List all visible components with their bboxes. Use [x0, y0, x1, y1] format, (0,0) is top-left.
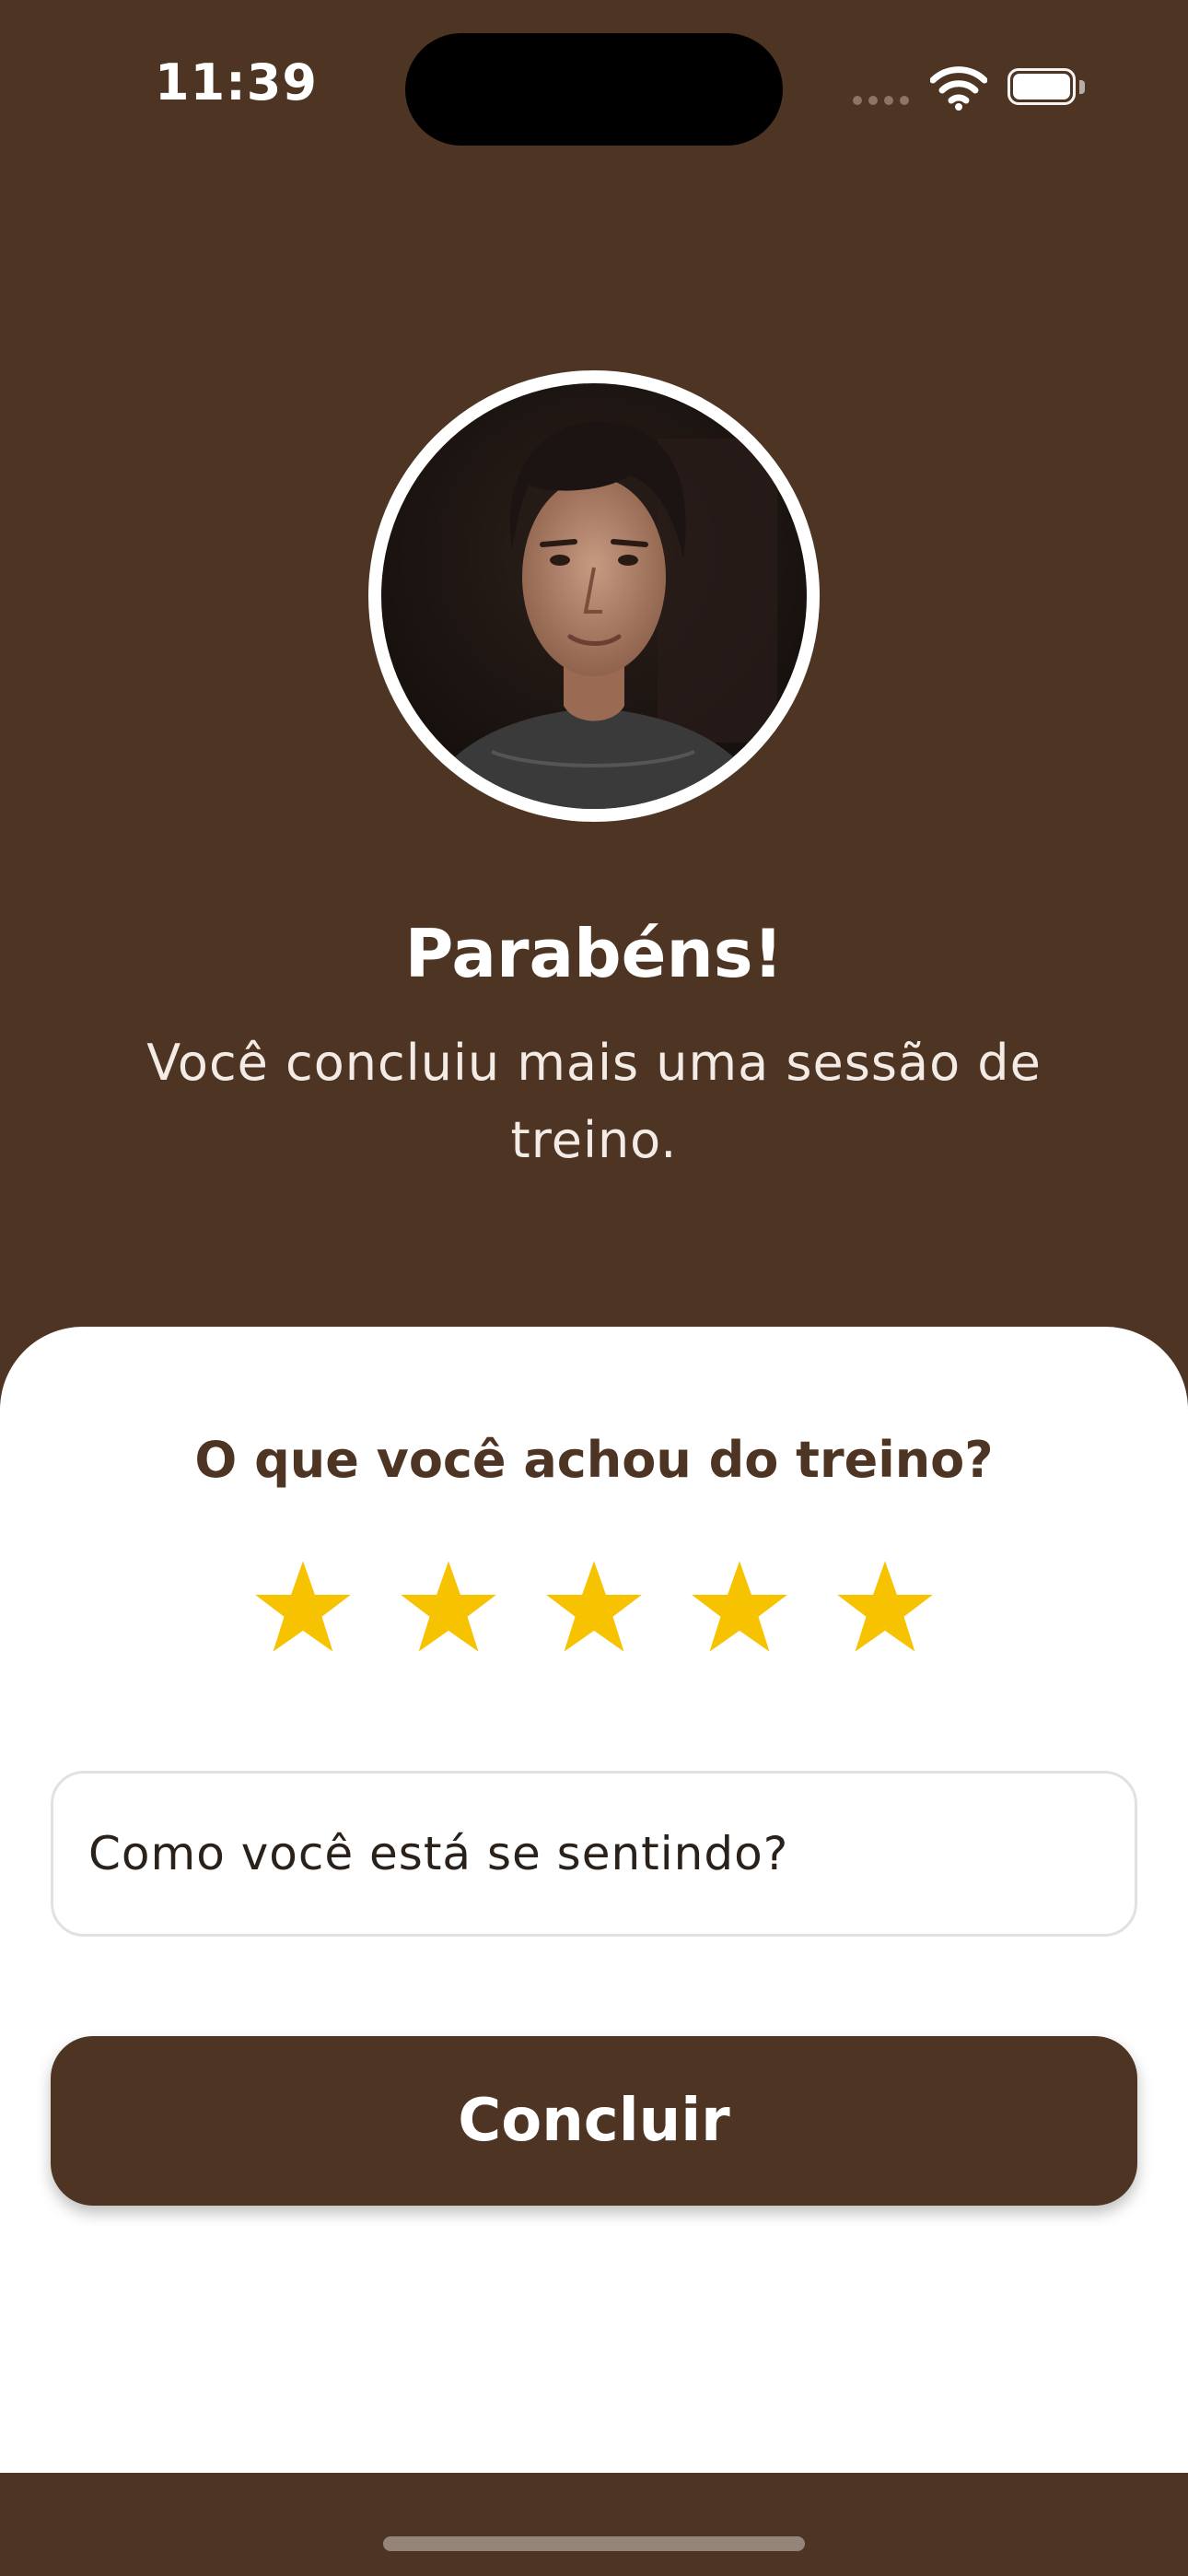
congrats-message: Você concluiu mais uma sessão de treino.: [146, 1034, 1042, 1169]
star-icon[interactable]: [690, 1557, 789, 1657]
rating-question: O que você achou do treino?: [194, 1431, 994, 1489]
star-icon[interactable]: [253, 1557, 353, 1657]
congrats-title: Parabéns!: [404, 915, 784, 992]
status-time: 11:39: [155, 53, 318, 111]
battery-nub: [1079, 80, 1085, 94]
trainer-avatar-photo: [381, 383, 807, 809]
feedback-sheet: O que você achou do treino? Concluir: [0, 1327, 1188, 2473]
wifi-icon: [929, 64, 988, 111]
star-icon[interactable]: [835, 1557, 935, 1657]
star-rating: [0, 1557, 1188, 1668]
star-icon[interactable]: [399, 1557, 498, 1657]
dynamic-island: [405, 33, 783, 146]
signal-dots-icon: [853, 96, 910, 109]
home-indicator: [383, 2536, 805, 2551]
star-icon[interactable]: [544, 1557, 644, 1657]
status-bar: 11:39: [0, 0, 1188, 175]
conclude-button[interactable]: Concluir: [51, 2036, 1137, 2206]
feeling-input[interactable]: [51, 1771, 1137, 1937]
trainer-avatar: [368, 370, 820, 822]
battery-level: [1013, 74, 1070, 100]
battery-icon: [1007, 68, 1089, 109]
